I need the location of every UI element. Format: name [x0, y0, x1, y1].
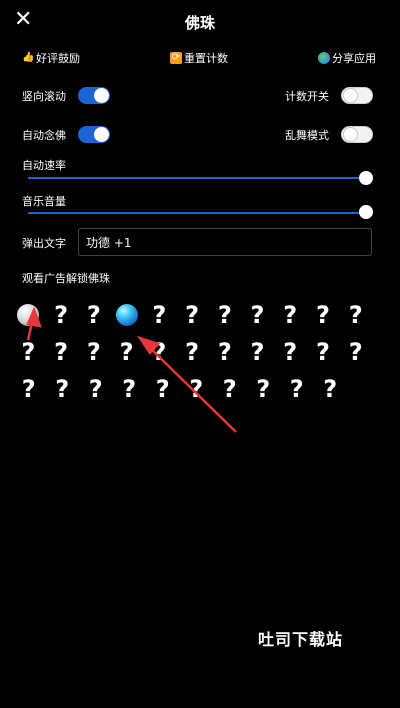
arrow-head-1: [26, 306, 42, 328]
annotation-arrows: [26, 306, 237, 433]
arrow-line-2: [145, 343, 237, 433]
watermark: 吐司下载站: [258, 630, 344, 649]
arrow-head-2: [136, 335, 161, 356]
